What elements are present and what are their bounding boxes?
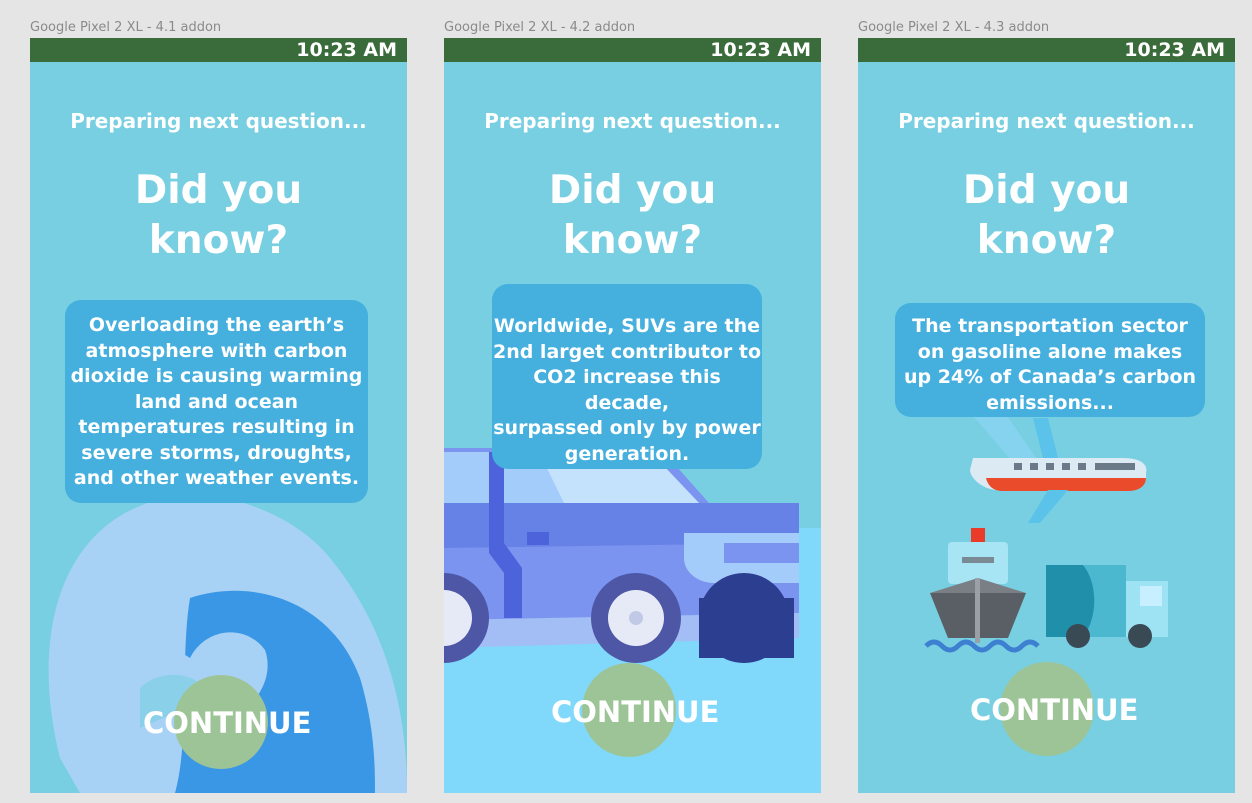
fact-line: land and ocean (134, 390, 299, 413)
fact-line: surpassed only by power (493, 417, 761, 439)
fact-box: The transportation sector on gasoline al… (895, 303, 1205, 417)
fact-line: The transportation sector (912, 315, 1188, 337)
continue-button-label[interactable]: CONTINUE (970, 693, 1138, 727)
fact-line: Overloading the earth’s (88, 314, 345, 336)
fact-text: The transportation sector on gasoline al… (904, 314, 1196, 416)
fact-text: Overloading the earth’s atmosphere with … (71, 313, 363, 492)
fact-box: Worldwide, SUVs are the 2nd larget contr… (492, 284, 762, 469)
airplane-icon (968, 410, 1147, 523)
phone-screen-3: 10:23 AM Preparing next question... Did … (858, 38, 1235, 793)
frame-label-3: Google Pixel 2 XL - 4.3 addon (858, 20, 1050, 35)
fact-line: up 24% of Canada’s carbon (903, 366, 1197, 388)
fact-line: dioxide is causing warming (70, 365, 363, 387)
fact-line: severe storms, droughts, (81, 441, 352, 464)
fact-line: Worldwide, SUVs are the (493, 315, 761, 337)
fact-line: generation. (564, 442, 690, 465)
truck-icon (1046, 565, 1168, 648)
fact-line: 2nd larget contributor to (492, 340, 762, 363)
frame-label-2: Google Pixel 2 XL - 4.2 addon (444, 20, 636, 35)
continue-button-label[interactable]: CONTINUE (551, 695, 719, 729)
fact-box: Overloading the earth’s atmosphere with … (65, 300, 368, 503)
fact-line: CO2 increase this decade, (533, 366, 721, 414)
phone-screen-2: 10:23 AM Preparing next question... Did … (444, 38, 821, 793)
fact-line: on gasoline alone makes (917, 340, 1183, 363)
fact-text: Worldwide, SUVs are the 2nd larget contr… (492, 314, 762, 467)
fact-line: and other weather events. (73, 467, 360, 489)
fact-line: atmosphere with carbon (85, 339, 348, 362)
frame-label-1: Google Pixel 2 XL - 4.1 addon (30, 20, 222, 35)
ship-icon (924, 528, 1040, 653)
continue-button-label[interactable]: CONTINUE (143, 706, 311, 740)
fact-line: emissions... (986, 391, 1114, 414)
fact-line: temperatures resulting in (78, 416, 355, 438)
phone-screen-1: 10:23 AM Preparing next question... Did … (30, 38, 407, 793)
